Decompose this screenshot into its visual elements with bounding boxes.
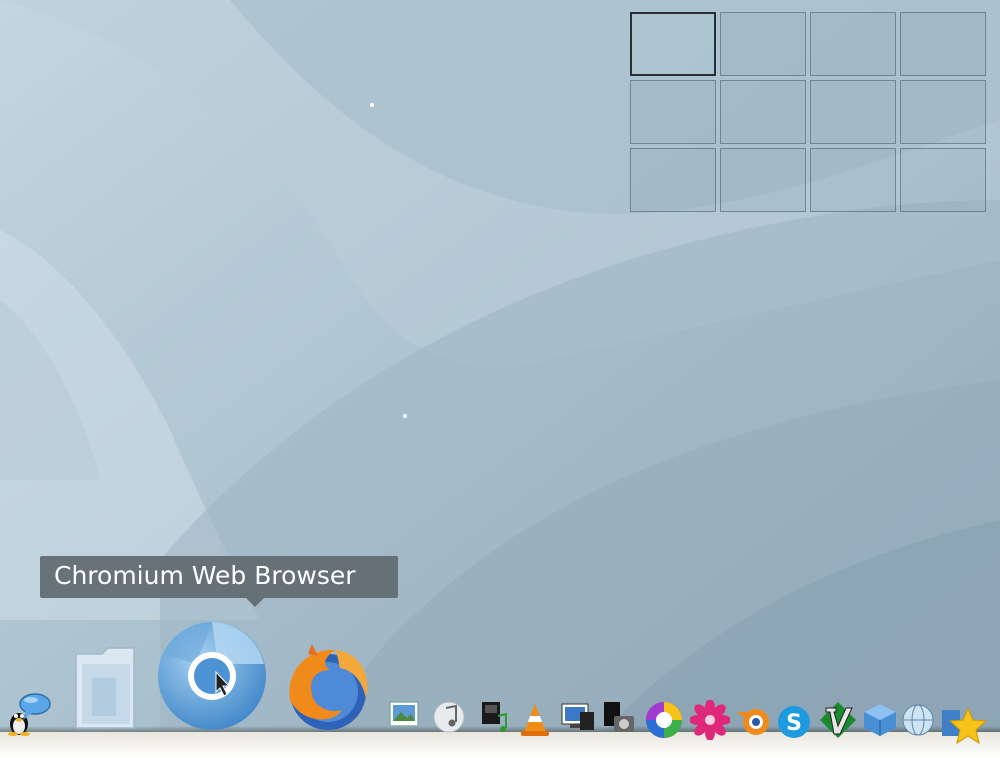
camera-terminal-icon[interactable] [600,700,636,736]
music-note-icon[interactable] [432,700,466,734]
skype-icon[interactable]: S [776,704,812,740]
workspace-8[interactable] [900,80,986,144]
workspace-9[interactable] [630,148,716,212]
network-globe-icon[interactable] [898,702,938,738]
workspace-7[interactable] [810,80,896,144]
svg-text:S: S [786,711,802,736]
workspace-4[interactable] [900,12,986,76]
home-folder-icon[interactable] [72,644,138,730]
pink-flower-icon[interactable] [690,700,730,740]
chat-bubble-icon[interactable] [18,692,52,722]
chromium-icon[interactable] [156,620,268,732]
workspace-pager[interactable] [630,12,990,218]
blender-icon[interactable] [734,702,774,738]
workspace-1[interactable] [630,12,716,76]
color-wheel-icon[interactable] [644,700,684,740]
workspace-11[interactable] [810,148,896,212]
workspace-10[interactable] [720,148,806,212]
firefox-icon[interactable] [278,640,374,736]
dock-tooltip: Chromium Web Browser [40,556,398,607]
star-bookmark-icon[interactable] [938,704,988,750]
dock: S [0,600,1000,758]
desktop-screenshot-icon[interactable] [560,700,596,736]
vim-icon[interactable] [818,700,858,740]
workspace-5[interactable] [630,80,716,144]
desktop[interactable]: Chromium Web Browser S [0,0,1000,758]
workspace-2[interactable] [720,12,806,76]
vlc-cone-icon[interactable] [518,702,552,738]
virtualbox-cube-icon[interactable] [862,702,898,738]
workspace-6[interactable] [720,80,806,144]
tooltip-text: Chromium Web Browser [54,561,356,590]
music-player-icon[interactable] [478,700,510,736]
workspace-12[interactable] [900,148,986,212]
workspace-3[interactable] [810,12,896,76]
image-viewer-icon[interactable] [388,700,420,730]
